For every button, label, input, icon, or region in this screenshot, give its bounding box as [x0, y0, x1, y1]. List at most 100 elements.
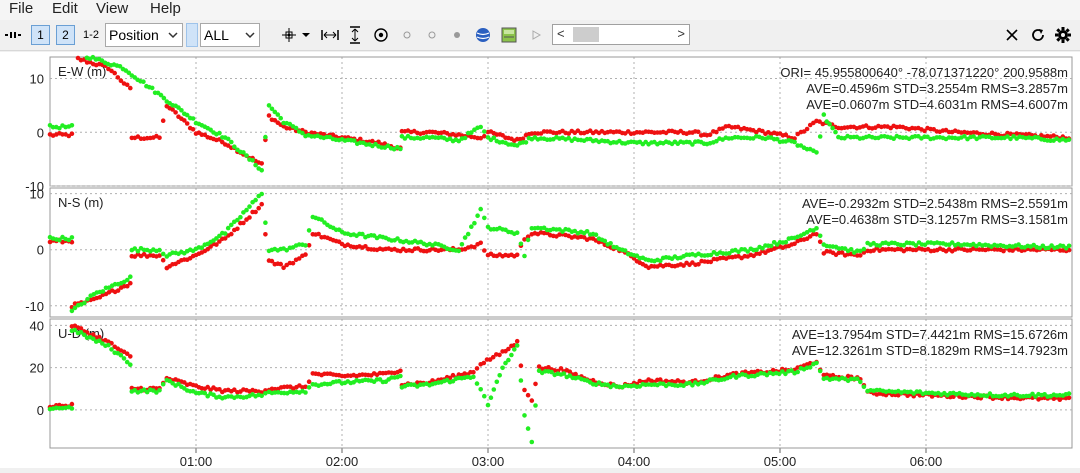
data-point [306, 379, 312, 385]
menu-view[interactable]: View [96, 0, 128, 17]
data-point [263, 134, 268, 140]
data-point [474, 366, 480, 371]
data-point [184, 121, 190, 126]
data-point [485, 402, 491, 408]
data-point [814, 226, 819, 231]
data-point [474, 381, 480, 386]
x-tick-label: 03:00 [472, 454, 505, 468]
data-point [306, 228, 312, 233]
data-point [529, 439, 535, 445]
menu-help[interactable]: Help [150, 0, 181, 17]
data-point [229, 139, 234, 145]
data-point [293, 125, 299, 131]
data-point [465, 231, 471, 237]
data-point [100, 289, 106, 294]
data-point [814, 150, 819, 155]
x-tick-label: 04:00 [618, 454, 651, 468]
quality-select[interactable]: ALL [200, 23, 260, 47]
circle-icon[interactable] [422, 25, 442, 45]
data-point [217, 130, 222, 136]
stats-text: AVE=0.0607m STD=4.6031m RMS=4.6007m [806, 97, 1068, 112]
data-point [157, 387, 162, 393]
data-point [817, 233, 823, 239]
play-icon[interactable] [526, 25, 546, 45]
data-point [160, 381, 166, 387]
slider-left-arrow[interactable]: < [557, 26, 565, 41]
fit-vertical-icon[interactable] [345, 25, 365, 45]
fit-horizontal-icon[interactable] [320, 25, 340, 45]
data-point [523, 140, 529, 145]
data-point [69, 123, 75, 128]
circle-icon[interactable] [397, 25, 417, 45]
toolbar-handle-icon [4, 25, 22, 45]
dropdown-icon[interactable] [299, 25, 313, 45]
data-point [522, 253, 527, 259]
plot-1-button[interactable]: 1 [31, 25, 50, 45]
data-point [783, 239, 789, 245]
reload-icon[interactable] [1028, 25, 1048, 45]
data-point [522, 387, 527, 393]
data-point [303, 252, 308, 257]
data-point [263, 232, 268, 237]
center-origin-icon[interactable] [371, 25, 391, 45]
data-point [821, 112, 827, 117]
menu-edit[interactable]: Edit [52, 0, 78, 17]
slider-thumb[interactable] [573, 27, 599, 42]
data-point [128, 85, 133, 91]
data-point [833, 129, 838, 135]
stats-text: AVE=13.7954m STD=7.4421m RMS=15.6726m [792, 327, 1068, 342]
data-point [482, 215, 487, 221]
data-point [494, 379, 500, 385]
data-point [518, 241, 524, 247]
map-icon[interactable] [499, 25, 519, 45]
data-point [85, 296, 90, 302]
data-point [222, 231, 228, 236]
data-point [250, 158, 255, 163]
data-point [259, 191, 265, 197]
data-point [456, 248, 462, 254]
data-point [69, 131, 75, 136]
data-point [398, 368, 403, 374]
plot-type-select[interactable]: Position [105, 23, 183, 47]
stats-text: AVE=0.4638m STD=3.1257m RMS=3.1581m [806, 212, 1068, 227]
close-icon[interactable] [1002, 25, 1022, 45]
data-point [525, 426, 531, 431]
data-point [481, 360, 487, 366]
settings-icon[interactable] [1053, 25, 1073, 45]
data-point [858, 379, 863, 385]
data-point [229, 231, 234, 237]
data-point [608, 241, 613, 246]
dot-icon[interactable] [447, 25, 467, 45]
data-point [173, 110, 178, 115]
data-point [128, 274, 133, 279]
data-point [149, 85, 155, 91]
plot-area[interactable]: 01:00 02:00 03:00 04:00 05:00 06:00 10 0 -10 E-W … [0, 52, 1080, 469]
data-point [768, 243, 774, 249]
menu-file[interactable]: File [9, 0, 33, 17]
data-point [861, 246, 867, 252]
data-point [593, 232, 599, 237]
data-point [306, 385, 312, 390]
data-point [482, 393, 487, 399]
plot-2-button[interactable]: 2 [56, 25, 75, 45]
slider-right-arrow[interactable]: > [677, 26, 685, 41]
data-point [525, 392, 531, 398]
mark-icon[interactable] [279, 25, 299, 45]
time-slider[interactable]: < > [552, 24, 690, 45]
quality-value: ALL [204, 27, 229, 43]
data-point [266, 113, 272, 118]
y-tick-label: 0 [37, 403, 44, 418]
data-point [817, 134, 823, 139]
data-point [500, 365, 505, 371]
globe-icon[interactable] [473, 25, 493, 45]
data-point [795, 369, 800, 375]
data-point [469, 224, 474, 229]
position-chart[interactable]: 01:00 02:00 03:00 04:00 05:00 06:00100-10E-W … [0, 52, 1080, 469]
stats-text: AVE=12.3261m STD=8.1829m RMS=14.7923m [792, 343, 1068, 358]
plot-1-2-button[interactable]: 1-2 [81, 25, 101, 45]
y-tick-label: 0 [37, 243, 44, 258]
x-tick-label: 06:00 [910, 454, 943, 468]
data-point [244, 207, 249, 213]
data-point [141, 79, 146, 84]
chevron-down-icon [168, 32, 178, 39]
